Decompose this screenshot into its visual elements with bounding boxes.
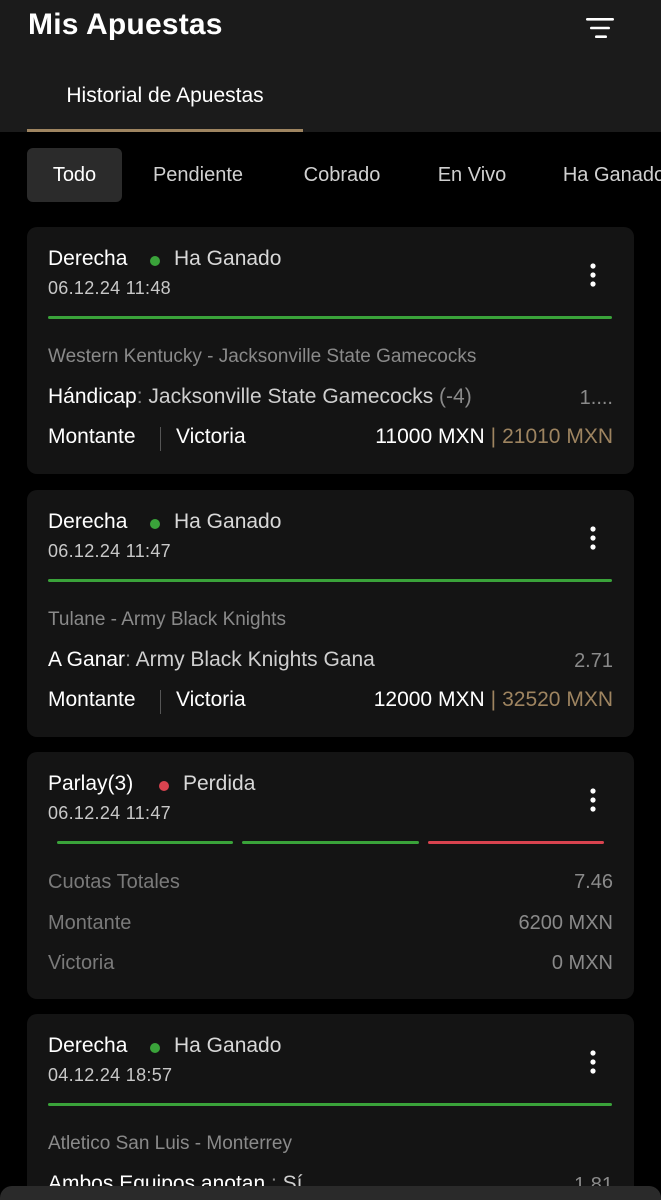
- status-dot: [150, 256, 160, 266]
- bet-date: 06.12.24 11:48: [48, 278, 171, 298]
- more-vertical-icon: [590, 1050, 596, 1074]
- leg-result-bar: [242, 841, 419, 844]
- bet-date: 04.12.24 18:57: [48, 1065, 173, 1085]
- filter-chip-pending[interactable]: Pendiente: [142, 148, 254, 202]
- bet-odds: 2.71: [574, 650, 613, 672]
- filter-menu-button[interactable]: [578, 8, 622, 48]
- page-title: Mis Apuestas: [28, 8, 223, 41]
- status-dot: [150, 1043, 160, 1053]
- event-teams: Atletico San Luis - Monterrey: [48, 1133, 292, 1154]
- event-teams: Tulane - Army Black Knights: [48, 609, 286, 630]
- more-options-button[interactable]: [575, 1044, 611, 1080]
- stake-label: Montante: [48, 912, 132, 934]
- bet-date: 06.12.24 11:47: [48, 541, 171, 561]
- leg-result-bar: [57, 841, 233, 844]
- payout-amount: 21010 MXN: [502, 425, 613, 448]
- more-options-button[interactable]: [575, 520, 611, 556]
- filter-chip-won[interactable]: Ha Ganado: [554, 148, 661, 202]
- more-options-button[interactable]: [575, 257, 611, 293]
- bet-market: Hándicap: Jacksonville State Gamecocks (…: [48, 385, 472, 408]
- filter-chip-cashed[interactable]: Cobrado: [290, 148, 394, 202]
- divider: [160, 690, 161, 714]
- more-options-button[interactable]: [575, 782, 611, 818]
- event-teams: Western Kentucky - Jacksonville State Ga…: [48, 346, 477, 367]
- bet-type: Derecha: [48, 247, 128, 270]
- stake-label: Montante: [48, 425, 136, 448]
- bet-card[interactable]: Derecha Ha Ganado 06.12.24 11:47 Tulane …: [27, 490, 634, 737]
- stake-amount: 6200 MXN: [518, 912, 614, 934]
- top-bar: Mis Apuestas Historial de Apuestas: [0, 0, 661, 132]
- status-dot: [159, 781, 169, 791]
- bet-card[interactable]: Derecha Ha Ganado 06.12.24 11:48 Western…: [27, 227, 634, 474]
- more-vertical-icon: [590, 526, 596, 550]
- bet-card[interactable]: Derecha Ha Ganado 04.12.24 18:57 Atletic…: [27, 1014, 634, 1200]
- bet-type: Parlay(3): [48, 772, 134, 795]
- filter-chip-all[interactable]: Todo: [27, 148, 122, 202]
- status-dot: [150, 519, 160, 529]
- filter-chip-live[interactable]: En Vivo: [428, 148, 516, 202]
- filter-lines-icon: [586, 18, 614, 38]
- bet-date: 06.12.24 11:47: [48, 803, 171, 823]
- tab-bet-history-label: Historial de Apuestas: [66, 84, 264, 107]
- tab-bet-history[interactable]: Historial de Apuestas: [27, 70, 303, 132]
- bet-type: Derecha: [48, 510, 128, 533]
- filter-chips: Todo Pendiente Cobrado En Vivo Ha Ganado: [0, 148, 661, 204]
- bet-card[interactable]: Parlay(3) Perdida 06.12.24 11:47 Cuotas …: [27, 752, 634, 999]
- total-odds-value: 7.46: [574, 871, 613, 893]
- bet-status: Ha Ganado: [174, 510, 282, 533]
- stake-amount: 12000 MXN: [373, 688, 485, 711]
- win-label: Victoria: [176, 425, 246, 448]
- more-vertical-icon: [590, 788, 596, 812]
- leg-result-bar: [428, 841, 604, 844]
- amount-separator: |: [490, 688, 497, 711]
- market-label: A Ganar: [48, 648, 126, 671]
- stake-amount: 11000 MXN: [375, 425, 485, 448]
- stake-label: Montante: [48, 688, 136, 711]
- bet-odds: 1....: [579, 387, 613, 409]
- win-label: Victoria: [48, 952, 115, 974]
- payout-amount: 32520 MXN: [502, 688, 613, 711]
- bet-status: Perdida: [183, 772, 256, 795]
- more-vertical-icon: [590, 263, 596, 287]
- bottom-sheet-handle[interactable]: [0, 1186, 661, 1200]
- market-line: (-4): [439, 385, 472, 408]
- amount-separator: |: [490, 425, 497, 448]
- bet-market: A Ganar: Army Black Knights Gana: [48, 648, 375, 671]
- result-bar: [48, 1103, 612, 1106]
- divider: [160, 427, 161, 451]
- win-label: Victoria: [176, 688, 246, 711]
- result-bar: [48, 579, 612, 582]
- market-selection: Army Black Knights Gana: [135, 648, 375, 671]
- stake-row: Montante Victoria 11000 MXN | 21010 MXN: [48, 425, 613, 453]
- stake-row: Montante Victoria 12000 MXN | 32520 MXN: [48, 688, 613, 716]
- market-selection: Jacksonville State Gamecocks: [148, 385, 434, 408]
- bet-status: Ha Ganado: [174, 1034, 282, 1057]
- payout-amount: 0 MXN: [551, 952, 613, 974]
- market-label: Hándicap: [48, 385, 137, 408]
- bet-type: Derecha: [48, 1034, 128, 1057]
- bet-status: Ha Ganado: [174, 247, 282, 270]
- total-odds-label: Cuotas Totales: [48, 871, 180, 893]
- result-bar: [48, 316, 612, 319]
